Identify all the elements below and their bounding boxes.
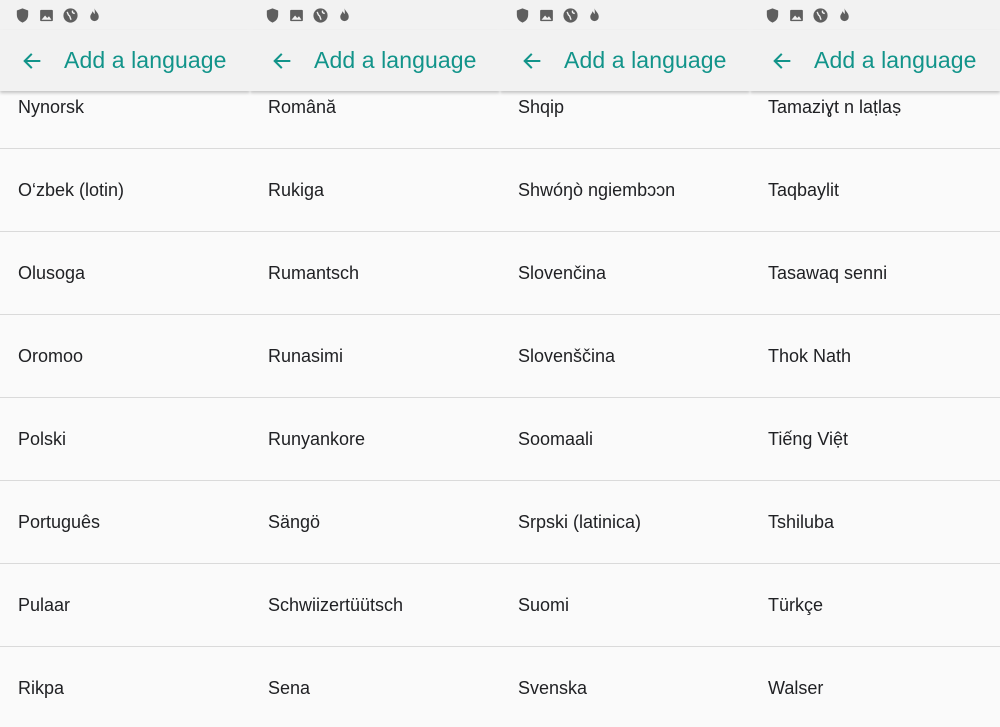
phone-panel-4: Add a language Tamaziɣt n laṭlaṣ Taqbayl…	[750, 0, 1000, 727]
status-bar	[250, 0, 500, 30]
language-item[interactable]: Tiếng Việt	[750, 398, 1000, 481]
status-bar	[0, 0, 250, 30]
language-item[interactable]: Sena	[250, 647, 500, 727]
back-button[interactable]	[500, 30, 564, 91]
language-item[interactable]: Português	[0, 481, 250, 564]
language-item[interactable]: Srpski (latinica)	[500, 481, 750, 564]
language-item[interactable]: Sängö	[250, 481, 500, 564]
back-button[interactable]	[250, 30, 314, 91]
back-button[interactable]	[750, 30, 814, 91]
app-bar: Add a language	[750, 30, 1000, 91]
flame-icon	[836, 7, 853, 24]
language-list: Română Rukiga Rumantsch Runasimi Runyank…	[250, 66, 500, 727]
language-item[interactable]: Shwóŋò ngiembɔɔn	[500, 149, 750, 232]
globe-icon	[562, 7, 579, 24]
language-item[interactable]: Rumantsch	[250, 232, 500, 315]
screenshot-strip: Add a language Nynorsk O‘zbek (lotin) Ol…	[0, 0, 1000, 727]
image-icon	[288, 7, 305, 24]
language-list: Tamaziɣt n laṭlaṣ Taqbaylit Tasawaq senn…	[750, 66, 1000, 727]
phone-panel-1: Add a language Nynorsk O‘zbek (lotin) Ol…	[0, 0, 250, 727]
flame-icon	[586, 7, 603, 24]
arrow-back-icon	[521, 50, 543, 72]
globe-icon	[62, 7, 79, 24]
arrow-back-icon	[271, 50, 293, 72]
globe-icon	[312, 7, 329, 24]
language-item[interactable]: Runasimi	[250, 315, 500, 398]
language-item[interactable]: Thok Nath	[750, 315, 1000, 398]
flame-icon	[336, 7, 353, 24]
image-icon	[788, 7, 805, 24]
language-item[interactable]: Tasawaq senni	[750, 232, 1000, 315]
language-list: Shqip Shwóŋò ngiembɔɔn Slovenčina Sloven…	[500, 66, 750, 727]
page-title: Add a language	[64, 47, 227, 73]
language-list: Nynorsk O‘zbek (lotin) Olusoga Oromoo Po…	[0, 66, 250, 727]
app-bar: Add a language	[250, 30, 500, 91]
back-button[interactable]	[0, 30, 64, 91]
shield-icon	[514, 7, 531, 24]
language-item[interactable]: Polski	[0, 398, 250, 481]
image-icon	[38, 7, 55, 24]
language-item[interactable]: Tshiluba	[750, 481, 1000, 564]
page-title: Add a language	[314, 47, 477, 73]
page-title: Add a language	[814, 47, 977, 73]
language-item[interactable]: Olusoga	[0, 232, 250, 315]
status-bar	[500, 0, 750, 30]
language-item[interactable]: Schwiizertüütsch	[250, 564, 500, 647]
language-item[interactable]: Taqbaylit	[750, 149, 1000, 232]
phone-panel-2: Add a language Română Rukiga Rumantsch R…	[250, 0, 500, 727]
language-item[interactable]: Rikpa	[0, 647, 250, 727]
phone-panel-3: Add a language Shqip Shwóŋò ngiembɔɔn Sl…	[500, 0, 750, 727]
status-bar	[750, 0, 1000, 30]
language-item[interactable]: Svenska	[500, 647, 750, 727]
flame-icon	[86, 7, 103, 24]
language-item[interactable]: Pulaar	[0, 564, 250, 647]
shield-icon	[264, 7, 281, 24]
arrow-back-icon	[21, 50, 43, 72]
language-item[interactable]: Slovenščina	[500, 315, 750, 398]
language-item[interactable]: Oromoo	[0, 315, 250, 398]
globe-icon	[812, 7, 829, 24]
image-icon	[538, 7, 555, 24]
shield-icon	[764, 7, 781, 24]
shield-icon	[14, 7, 31, 24]
arrow-back-icon	[771, 50, 793, 72]
language-item[interactable]: Slovenčina	[500, 232, 750, 315]
language-item[interactable]: Suomi	[500, 564, 750, 647]
language-item[interactable]: Walser	[750, 647, 1000, 727]
language-item[interactable]: Rukiga	[250, 149, 500, 232]
page-title: Add a language	[564, 47, 727, 73]
language-item[interactable]: Runyankore	[250, 398, 500, 481]
language-item[interactable]: O‘zbek (lotin)	[0, 149, 250, 232]
app-bar: Add a language	[0, 30, 250, 91]
app-bar: Add a language	[500, 30, 750, 91]
language-item[interactable]: Türkçe	[750, 564, 1000, 647]
language-item[interactable]: Soomaali	[500, 398, 750, 481]
